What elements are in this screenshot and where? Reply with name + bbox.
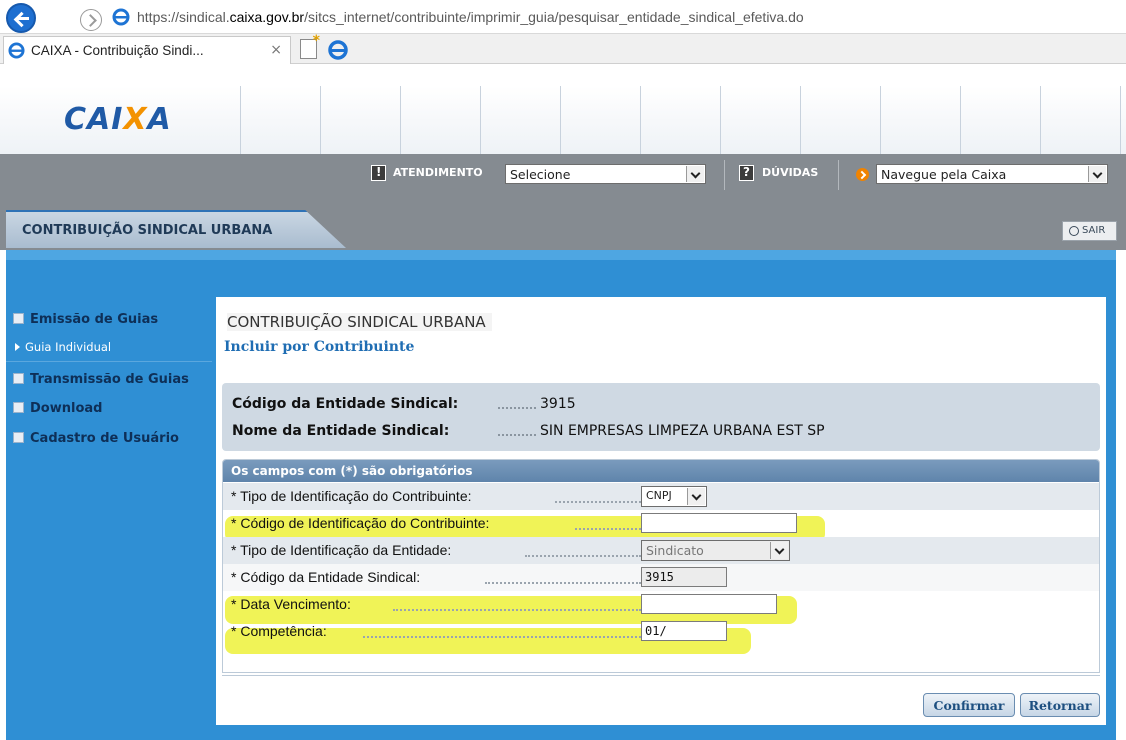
form-row: * Tipo de Identificação do Contribuinte:… [223, 483, 1099, 510]
entity-info-box: Código da Entidade Sindical: 3915 Nome d… [222, 383, 1100, 451]
sidebar-item-emissao[interactable]: Emissão de Guias [13, 312, 158, 327]
page-subtitle: Incluir por Contribuinte [224, 339, 415, 355]
duvidas-icon [739, 165, 754, 181]
sidebar-item-transmissao[interactable]: Transmissão de Guias [13, 372, 189, 387]
content-panel: CONTRIBUIÇÃO SINDICAL URBANA Incluir por… [216, 297, 1106, 725]
sidebar-item-guia-individual[interactable]: Guia Individual [15, 340, 111, 354]
address-bar: https://sindical.caixa.gov.br/sitcs_inte… [0, 0, 1126, 34]
square-bullet-icon [13, 313, 24, 324]
tipo-entidade-select[interactable]: Sindicato [641, 540, 790, 561]
codigo-contribuinte-input[interactable] [641, 513, 797, 533]
field-label: * Código de Identificação do Contribuint… [231, 515, 490, 531]
field-label: * Tipo de Identificação do Contribuinte: [231, 488, 472, 504]
browser-tab[interactable]: CAIXA - Contribuição Sindi... × [3, 36, 291, 64]
nome-entidade-value: SIN EMPRESAS LIMPEZA URBANA EST SP [540, 423, 825, 439]
competencia-input[interactable]: 01/ [641, 621, 727, 641]
field-label: * Código da Entidade Sindical: [231, 569, 421, 585]
form-row: * Data Vencimento: [223, 591, 1099, 618]
section-tab-label: CONTRIBUIÇÃO SINDICAL URBANA [22, 223, 273, 238]
close-tab-icon[interactable]: × [270, 42, 282, 58]
navegue-select[interactable]: Navegue pela Caixa [876, 164, 1108, 184]
field-label: * Tipo de Identificação da Entidade: [231, 542, 452, 558]
form-row: * Competência: 01/ [223, 618, 1099, 645]
site-header: CAIXA [0, 86, 1126, 154]
caixa-logo[interactable]: CAIXA [64, 102, 172, 137]
codigo-entidade-label: Código da Entidade Sindical: [232, 396, 459, 412]
square-bullet-icon [13, 432, 24, 443]
triangle-right-icon [15, 343, 20, 351]
tab-title: CAIXA - Contribuição Sindi... [31, 43, 204, 58]
data-vencimento-input[interactable] [641, 594, 777, 614]
field-label: * Competência: [231, 623, 327, 639]
chevron-down-icon[interactable] [770, 542, 788, 559]
chevron-down-icon[interactable] [686, 166, 704, 182]
square-bullet-icon [13, 373, 24, 384]
retornar-button[interactable]: Retornar [1020, 693, 1100, 717]
atendimento-icon [371, 165, 386, 181]
nome-entidade-label: Nome da Entidade Sindical: [232, 423, 450, 439]
form-row: * Tipo de Identificação da Entidade: Sin… [223, 537, 1099, 564]
codigo-entidade-value: 3915 [540, 396, 576, 412]
new-tab-icon[interactable] [300, 33, 320, 59]
form-row: * Código da Entidade Sindical: 3915 [223, 564, 1099, 591]
section-tab-row: CONTRIBUIÇÃO SINDICAL URBANA [0, 202, 1126, 250]
form-row: * Código de Identificação do Contribuint… [223, 510, 1099, 537]
page-title: CONTRIBUIÇÃO SINDICAL URBANA [227, 313, 492, 331]
tipo-contribuinte-select[interactable]: CNPJ [641, 486, 707, 507]
url-text[interactable]: https://sindical.caixa.gov.br/sitcs_inte… [137, 9, 804, 25]
arrow-right-icon [856, 168, 869, 181]
atendimento-label: ATENDIMENTO [393, 166, 483, 179]
section-tab[interactable]: CONTRIBUIÇÃO SINDICAL URBANA [6, 210, 346, 248]
contribuinte-form: Os campos com (*) são obrigatórios * Tip… [222, 459, 1100, 673]
sair-button[interactable]: SAIR [1062, 221, 1117, 241]
ie-new-window-icon[interactable] [327, 39, 349, 61]
confirmar-button[interactable]: Confirmar [923, 693, 1015, 717]
header-grid [240, 86, 1126, 154]
field-label: * Data Vencimento: [231, 596, 351, 612]
browser-tab-bar: CAIXA - Contribuição Sindi... × [0, 33, 1126, 64]
ie-tab-icon [8, 42, 25, 59]
sidebar-item-cadastro[interactable]: Cadastro de Usuário [13, 431, 179, 446]
ie-logo-icon [112, 8, 130, 26]
forward-arrow-icon[interactable] [80, 9, 102, 31]
chevron-down-icon[interactable] [1088, 166, 1106, 182]
codigo-entidade-input[interactable]: 3915 [641, 567, 727, 587]
sidebar-item-download[interactable]: Download [13, 401, 102, 416]
square-bullet-icon [13, 402, 24, 413]
back-arrow-icon[interactable] [6, 3, 36, 33]
form-header: Os campos com (*) são obrigatórios [223, 460, 1099, 482]
duvidas-label[interactable]: DÚVIDAS [762, 166, 818, 179]
chevron-down-icon[interactable] [687, 488, 705, 505]
atendimento-select[interactable]: Selecione [505, 164, 706, 184]
